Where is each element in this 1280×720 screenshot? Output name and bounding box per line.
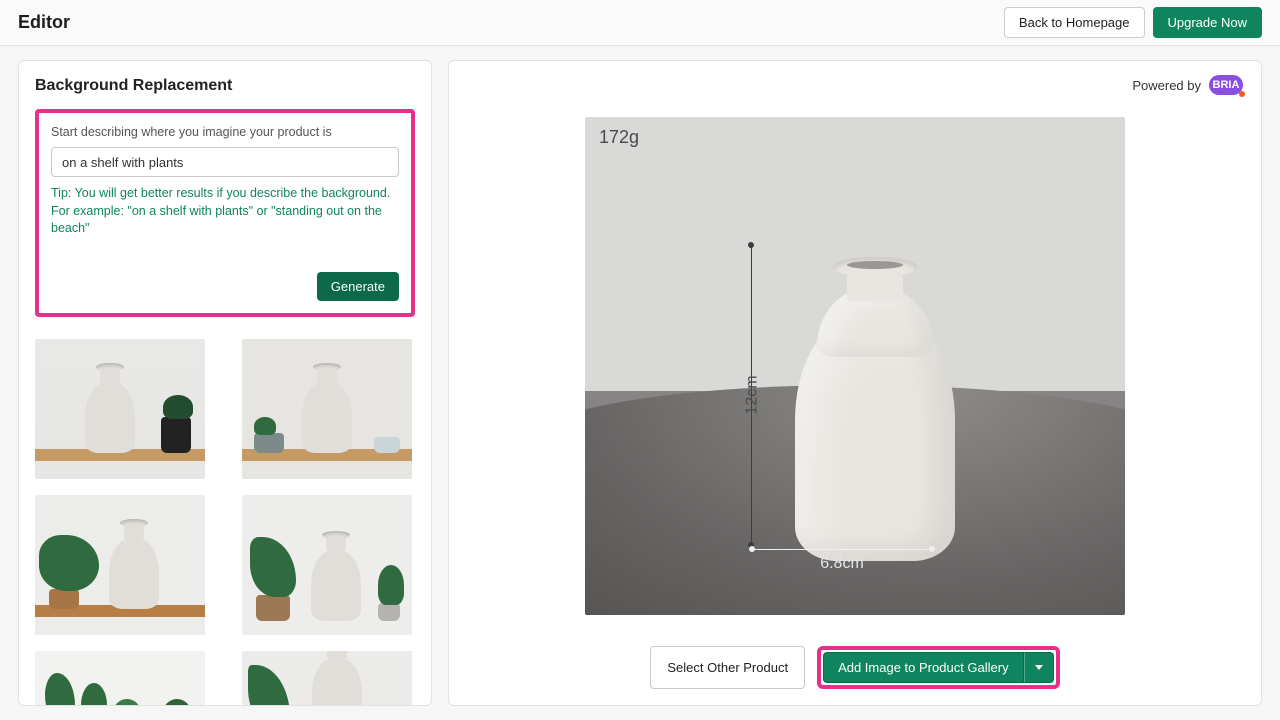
select-other-product-button[interactable]: Select Other Product <box>650 646 805 689</box>
preview-actions: Select Other Product Add Image to Produc… <box>465 634 1245 689</box>
generate-button[interactable]: Generate <box>317 272 399 301</box>
height-dimension: 12cm <box>737 245 767 545</box>
product-preview-image: 172g 12cm 6.8cm <box>585 117 1125 615</box>
bria-logo-icon: BRIA <box>1209 75 1243 95</box>
weight-label: 172g <box>599 127 639 148</box>
result-thumbnail[interactable] <box>35 495 205 635</box>
height-label: 12cm <box>744 375 762 414</box>
page-title: Editor <box>18 12 70 33</box>
preview-wrap: 172g 12cm 6.8cm <box>465 117 1245 634</box>
result-thumbnail[interactable] <box>242 651 412 707</box>
result-thumbnail[interactable] <box>35 651 205 707</box>
background-replacement-panel: Background Replacement Start describing … <box>18 60 432 706</box>
powered-by-label: Powered by <box>1132 78 1201 93</box>
workspace: Background Replacement Start describing … <box>0 46 1280 720</box>
prompt-section: Start describing where you imagine your … <box>35 109 415 317</box>
result-thumbnail[interactable] <box>242 495 412 635</box>
preview-panel: Powered by BRIA 172g 12cm <box>448 60 1262 706</box>
add-image-group: Add Image to Product Gallery <box>817 646 1060 689</box>
back-to-homepage-button[interactable]: Back to Homepage <box>1004 7 1145 38</box>
add-image-to-gallery-button[interactable]: Add Image to Product Gallery <box>823 652 1024 683</box>
result-thumbnail[interactable] <box>35 339 205 479</box>
chevron-down-icon <box>1035 665 1043 670</box>
header-actions: Back to Homepage Upgrade Now <box>1004 7 1262 38</box>
prompt-label: Start describing where you imagine your … <box>51 125 399 139</box>
width-dimension: 6.8cm <box>752 543 932 571</box>
result-thumbnail[interactable] <box>242 339 412 479</box>
powered-by: Powered by BRIA <box>1132 75 1243 95</box>
prompt-input[interactable] <box>51 147 399 177</box>
app-header: Editor Back to Homepage Upgrade Now <box>0 0 1280 46</box>
width-label: 6.8cm <box>820 555 864 573</box>
add-image-dropdown-button[interactable] <box>1024 652 1054 683</box>
panel-title: Background Replacement <box>35 77 415 95</box>
upgrade-now-button[interactable]: Upgrade Now <box>1153 7 1263 38</box>
results-grid <box>35 339 415 707</box>
prompt-tip: Tip: You will get better results if you … <box>51 185 399 238</box>
